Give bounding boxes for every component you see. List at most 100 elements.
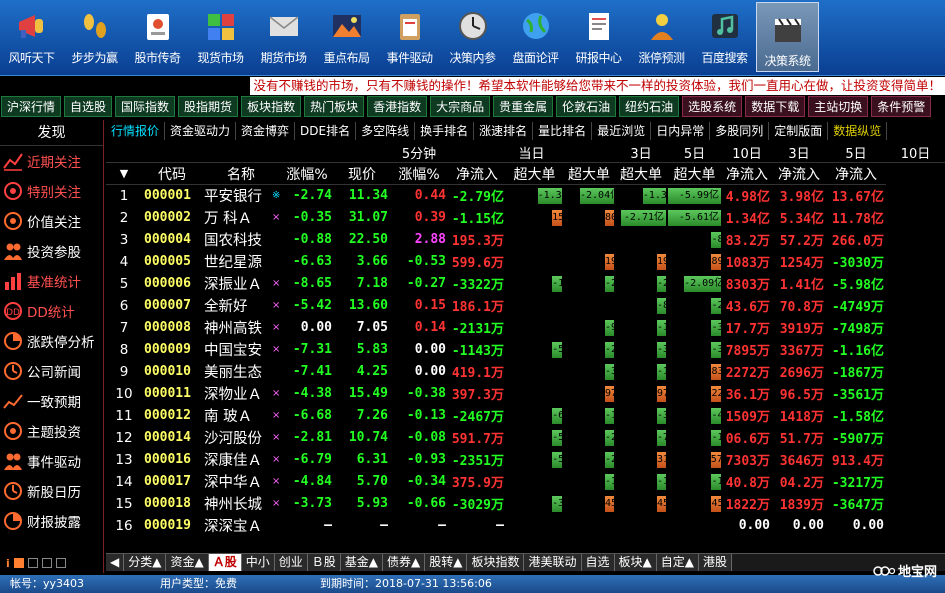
table-row[interactable]: 5 000006深振业Ａ× -8.65 7.18 -0.27 -3322万 -1250万 -2… — [106, 273, 945, 295]
sub-tab-8[interactable]: 量比排名 — [533, 122, 593, 140]
stock-code[interactable]: 000017 — [142, 471, 202, 493]
stock-code[interactable]: 000019 — [142, 515, 202, 537]
toolbar-button-6[interactable]: 重点布局 — [315, 0, 378, 74]
sidebar-item-1[interactable]: 近期关注 — [0, 146, 103, 176]
table-row[interactable]: 13 000016深康佳Ａ× -6.79 6.31 -0.93 -2351万 -548.8万… — [106, 449, 945, 471]
bottom-tab-5[interactable]: 创业 — [274, 554, 308, 571]
stock-code[interactable]: 000002 — [142, 207, 202, 229]
market-tab-2[interactable]: 自选股 — [64, 96, 113, 117]
toolbar-button-8[interactable]: 决策内参 — [441, 0, 504, 74]
column-header-4[interactable]: 涨幅% — [280, 162, 334, 185]
column-header-6[interactable]: 涨幅% — [390, 162, 448, 185]
stock-name[interactable]: 沙河股份 — [202, 427, 270, 449]
stock-name[interactable]: 深康佳Ａ — [202, 449, 270, 471]
table-row[interactable]: 8 000009中国宝安× -7.31 5.83 0.00 -1143万 -594.2万 -2… — [106, 339, 945, 361]
bottom-tab-1[interactable]: 分类▲ — [124, 554, 167, 571]
stock-code[interactable]: 000009 — [142, 339, 202, 361]
toolbar-button-3[interactable]: 股市传奇 — [126, 0, 189, 74]
sidebar-item-7[interactable]: 涨跌停分析 — [0, 326, 103, 356]
table-row[interactable]: 16 000019 深深宝Ａ — — — — 0.00 0.00 0.00 — [106, 515, 945, 537]
stock-code[interactable]: 000005 — [142, 251, 202, 273]
table-row[interactable]: 2 000002万 科Ａ× -0.35 31.07 0.39 -1.15亿 152.7万 80… — [106, 207, 945, 229]
stock-name[interactable]: 美丽生态 — [202, 361, 270, 383]
sidebar-item-3[interactable]: 价值关注 — [0, 206, 103, 236]
stock-code[interactable]: 000007 — [142, 295, 202, 317]
stock-code[interactable]: 000004 — [142, 229, 202, 251]
stock-name[interactable]: 深深宝Ａ — [202, 515, 270, 537]
sidebar-item-10[interactable]: 主题投资 — [0, 416, 103, 446]
layout-square-icon[interactable] — [13, 558, 24, 568]
sidebar-item-11[interactable]: 事件驱动 — [0, 446, 103, 476]
bottom-tab-13[interactable]: 板块▲ — [614, 554, 657, 571]
column-header-3[interactable]: 名称 — [202, 162, 280, 185]
column-header-13[interactable]: 净流入 — [772, 162, 826, 185]
sub-tab-1[interactable]: 行情报价 — [106, 122, 166, 140]
sidebar-item-2[interactable]: 特别关注 — [0, 176, 103, 206]
sub-tab-13[interactable]: 数据纵览 — [828, 122, 888, 140]
sub-tab-7[interactable]: 涨速排名 — [474, 122, 534, 140]
table-row[interactable]: 12 000014沙河股份× -2.81 10.74 -0.08 591.7万 -548.3… — [106, 427, 945, 449]
bottom-tab-11[interactable]: 港美联动 — [524, 554, 582, 571]
stock-code[interactable]: 000014 — [142, 427, 202, 449]
bottom-tab-14[interactable]: 自定▲ — [656, 554, 699, 571]
column-header-10[interactable]: 超大单 — [615, 162, 667, 185]
market-tab-14[interactable]: 主站切换 — [808, 96, 869, 117]
stock-name[interactable]: 深振业Ａ — [202, 273, 270, 295]
bottom-tab-10[interactable]: 板块指数 — [467, 554, 525, 571]
column-header-14[interactable]: 净流入 — [826, 162, 886, 185]
stock-name[interactable]: 南 玻Ａ — [202, 405, 270, 427]
bottom-tab-9[interactable]: 股转▲ — [425, 554, 468, 571]
table-row[interactable]: 3 000004国农科技 -0.88 22.50 2.88 195.3万 -893.0万83… — [106, 229, 945, 251]
market-tab-12[interactable]: 选股系统 — [682, 96, 743, 117]
toolbar-button-9[interactable]: 盘面论评 — [504, 0, 567, 74]
toolbar-button-5[interactable]: 期货市场 — [252, 0, 315, 74]
layout-square-icon[interactable] — [55, 558, 66, 568]
market-tab-5[interactable]: 板块指数 — [241, 96, 302, 117]
toolbar-button-2[interactable]: 步步为赢 — [63, 0, 126, 74]
table-row[interactable]: 6 000007全新好× -5.42 13.60 0.15 186.1万 -854.2万 -2… — [106, 295, 945, 317]
sub-tab-12[interactable]: 定制版面 — [769, 122, 829, 140]
market-tab-1[interactable]: 沪深行情 — [1, 96, 62, 117]
stock-code[interactable]: 000001 — [142, 185, 202, 207]
column-header-12[interactable]: 净流入 — [722, 162, 772, 185]
table-row[interactable]: 14 000017深中华Ａ× -4.84 5.70 -0.34 375.9万 -127.8万… — [106, 471, 945, 493]
sub-tab-9[interactable]: 最近浏览 — [592, 122, 652, 140]
sidebar-item-4[interactable]: 投资参股 — [0, 236, 103, 266]
sub-tab-6[interactable]: 换手排名 — [415, 122, 475, 140]
stock-code[interactable]: 000011 — [142, 383, 202, 405]
column-header-5[interactable]: 现价 — [334, 162, 390, 185]
market-tab-6[interactable]: 热门板块 — [304, 96, 365, 117]
stock-name[interactable]: 神州高铁 — [202, 317, 270, 339]
toolbar-button-1[interactable]: 风听天下 — [0, 0, 63, 74]
table-row[interactable]: 15 000018神州长城× -3.73 5.93 -0.66 -3029万 -342.9万… — [106, 493, 945, 515]
market-tab-4[interactable]: 股指期货 — [178, 96, 239, 117]
tab-scroll-arrow[interactable]: ◀ — [106, 554, 125, 571]
bottom-tab-12[interactable]: 自选 — [581, 554, 615, 571]
stock-code[interactable]: 000018 — [142, 493, 202, 515]
column-header-9[interactable]: 超大单 — [563, 162, 615, 185]
bottom-tab-6[interactable]: Ｂ股 — [307, 554, 341, 571]
column-header-2[interactable]: 代码 — [142, 162, 202, 185]
market-tab-11[interactable]: 纽约石油 — [619, 96, 680, 117]
stock-code[interactable]: 000008 — [142, 317, 202, 339]
column-header-11[interactable]: 超大单 — [667, 162, 722, 185]
stock-name[interactable]: 全新好 — [202, 295, 270, 317]
stock-name[interactable]: 国农科技 — [202, 229, 270, 251]
sub-tab-10[interactable]: 日内异常 — [651, 122, 711, 140]
sidebar-item-9[interactable]: 一致预期 — [0, 386, 103, 416]
bottom-tab-4[interactable]: 中小 — [241, 554, 275, 571]
bottom-tab-15[interactable]: 港股 — [698, 554, 732, 571]
table-row[interactable]: 7 000008神州高铁× 0.00 7.05 0.14 -2131万 -972.8万 -12… — [106, 317, 945, 339]
stock-name[interactable]: 深中华Ａ — [202, 471, 270, 493]
info-icon[interactable]: i — [6, 557, 10, 570]
table-row[interactable]: 10 000011深物业Ａ× -4.38 15.49 -0.38 397.3万 97.9万 9… — [106, 383, 945, 405]
sub-tab-11[interactable]: 多股同列 — [710, 122, 770, 140]
table-row[interactable]: 1 000001平安银行※ -2.74 11.34 0.44 -2.79亿 -1.33亿 -2… — [106, 185, 945, 207]
table-row[interactable]: 9 000010美丽生态 -7.41 4.25 0.00 419.1万 -329.3万 -17… — [106, 361, 945, 383]
market-tab-8[interactable]: 大宗商品 — [430, 96, 491, 117]
column-header-8[interactable]: 超大单 — [506, 162, 563, 185]
market-tab-3[interactable]: 国际指数 — [115, 96, 176, 117]
sub-tab-4[interactable]: DDE排名 — [295, 122, 357, 140]
sidebar-item-5[interactable]: 基准统计 — [0, 266, 103, 296]
market-tab-15[interactable]: 条件预警 — [871, 96, 932, 117]
